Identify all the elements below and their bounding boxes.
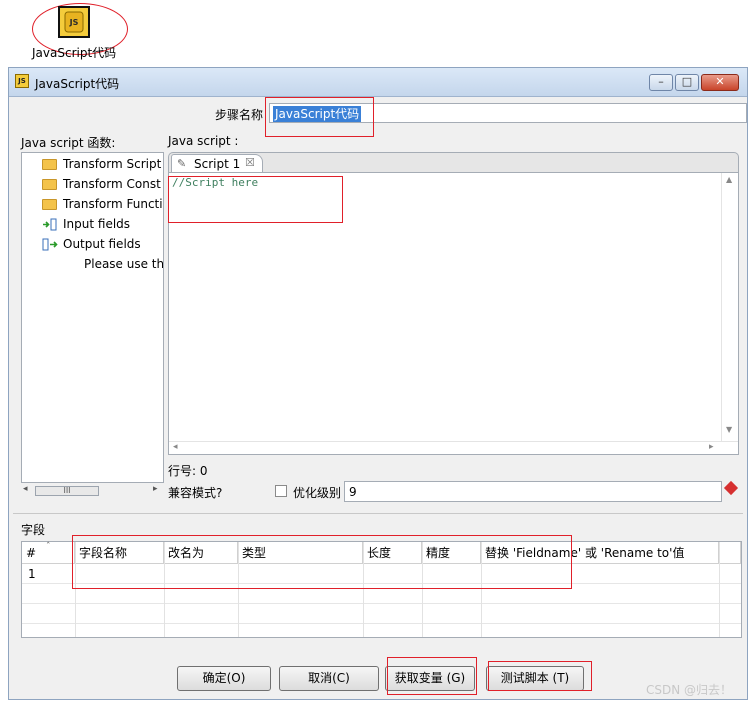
script-editor[interactable]: //Script here ▲ ▼ ◂ ▸: [168, 172, 739, 455]
column-header-length[interactable]: 长度: [363, 542, 422, 564]
javascript-dialog: JS JavaScript代码 – □ ✕ 步骤名称 JavaScript代码 …: [8, 67, 748, 700]
column-header-precision[interactable]: 精度: [422, 542, 481, 564]
functions-tree[interactable]: Transform Script Transform Const Transfo…: [21, 152, 164, 483]
compat-mode-label: 兼容模式?: [168, 486, 223, 500]
variable-diamond-icon[interactable]: [723, 480, 739, 496]
grid-line: [422, 542, 423, 637]
optimize-level-value: 9: [349, 485, 357, 499]
close-button[interactable]: ✕: [701, 74, 739, 91]
tree-item-input-fields[interactable]: Input fields: [42, 215, 130, 233]
tree-item-transform-functions[interactable]: Transform Functi: [42, 195, 163, 213]
svg-text:JS: JS: [69, 18, 79, 27]
folder-icon: [42, 198, 57, 210]
scroll-right-icon[interactable]: ▸: [709, 442, 714, 452]
scroll-left-icon[interactable]: ◂: [23, 484, 28, 494]
divider: [13, 513, 743, 514]
scroll-left-icon[interactable]: ◂: [173, 442, 178, 452]
folder-icon: [42, 178, 57, 190]
optimize-level-input[interactable]: 9: [344, 481, 722, 502]
cancel-button[interactable]: 取消(C): [279, 666, 379, 691]
tree-item-hint: Please use th: [84, 257, 164, 271]
grid-line: [164, 542, 165, 637]
fields-table[interactable]: # ˆ 字段名称 改名为 类型 长度 精度 替换 'Fieldname' 或 '…: [21, 541, 742, 638]
table-row-empty[interactable]: [22, 604, 741, 624]
grid-line: [238, 542, 239, 637]
maximize-button[interactable]: □: [675, 74, 699, 91]
get-variables-button[interactable]: 获取变量 (G): [385, 666, 475, 691]
scroll-down-icon[interactable]: ▼: [726, 425, 732, 434]
script-label: Java script :: [168, 134, 239, 148]
input-fields-icon: [42, 218, 58, 231]
column-header-rename[interactable]: 改名为: [164, 542, 238, 564]
row-index: 1: [28, 567, 36, 581]
scroll-right-icon[interactable]: ▸: [153, 484, 158, 494]
tree-horizontal-scrollbar[interactable]: ◂ III ▸: [21, 484, 164, 498]
table-row[interactable]: 1: [22, 564, 741, 584]
tree-item-transform-const[interactable]: Transform Const: [42, 175, 161, 193]
tree-item-output-fields[interactable]: Output fields: [42, 235, 141, 253]
editor-vertical-scrollbar[interactable]: ▲ ▼: [721, 173, 738, 441]
optimize-label: 优化级别: [293, 486, 342, 500]
table-row-empty[interactable]: [22, 584, 741, 604]
line-number-label: 行号: 0: [168, 464, 208, 478]
test-script-button[interactable]: 测试脚本 (T): [486, 666, 584, 691]
fields-section-label: 字段: [21, 523, 46, 537]
column-header-filler: [719, 542, 741, 564]
script-doc-icon: ✎: [177, 157, 187, 170]
grid-line: [75, 542, 76, 637]
script-tabs: ✎ Script 1 ☒: [168, 152, 739, 173]
window-title: JavaScript代码: [35, 77, 120, 91]
sort-asc-icon: ˆ: [46, 542, 51, 552]
javascript-title-icon: JS: [15, 74, 29, 88]
grid-line: [481, 542, 482, 637]
javascript-step-icon[interactable]: JS: [58, 6, 90, 38]
editor-horizontal-scrollbar[interactable]: ◂ ▸: [169, 441, 738, 456]
folder-icon: [42, 158, 57, 170]
optimize-checkbox[interactable]: [275, 485, 287, 497]
grid-line: [363, 542, 364, 637]
output-fields-icon: [42, 238, 58, 251]
title-bar[interactable]: JS JavaScript代码 – □ ✕: [9, 68, 747, 97]
scroll-up-icon[interactable]: ▲: [726, 175, 732, 184]
ok-button[interactable]: 确定(O): [177, 666, 271, 691]
step-name-input[interactable]: JavaScript代码: [269, 103, 747, 123]
tab-close-icon[interactable]: ☒: [245, 156, 255, 169]
js-scroll-icon: JS: [64, 11, 84, 33]
column-header-field-name[interactable]: 字段名称: [75, 542, 164, 564]
script-code[interactable]: //Script here: [172, 176, 258, 189]
step-icon-label: JavaScript代码: [32, 46, 117, 60]
tab-label: Script 1: [194, 157, 241, 171]
functions-label: Java script 函数:: [21, 136, 116, 150]
column-header-replace[interactable]: 替换 'Fieldname' 或 'Rename to'值: [481, 542, 719, 564]
step-name-label: 步骤名称: [215, 108, 264, 122]
step-name-value: JavaScript代码: [273, 106, 362, 122]
tab-script-1[interactable]: ✎ Script 1 ☒: [171, 154, 263, 173]
minimize-button[interactable]: –: [649, 74, 673, 91]
tree-item-transform-script[interactable]: Transform Script: [42, 155, 161, 173]
column-header-type[interactable]: 类型: [238, 542, 363, 564]
scroll-thumb[interactable]: III: [35, 486, 99, 496]
watermark: CSDN @归去！: [646, 683, 733, 697]
grid-line: [719, 542, 720, 637]
